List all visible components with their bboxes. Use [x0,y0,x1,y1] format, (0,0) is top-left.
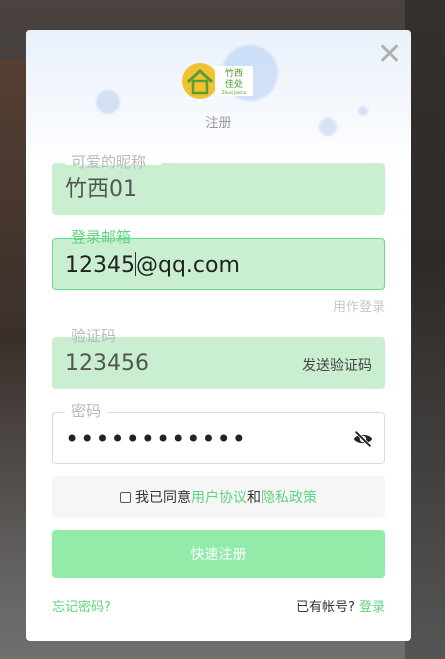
brand-logo: 竹西 佳处 Zhuxi Jiachu [182,63,253,99]
agreement-checkbox[interactable] [120,491,131,503]
agreement-prefix: 我已同意 [135,490,191,506]
nickname-value: 竹西01 [65,177,137,202]
have-account-text: 已有帐号? [295,600,355,615]
eye-off-icon[interactable] [352,428,374,450]
verification-code-field[interactable]: 验证码 123456 发送验证码 [52,327,385,389]
user-agreement-link[interactable]: 用户协议 [191,487,247,507]
background-right [405,0,445,659]
login-prompt: 已有帐号? 登录 [296,596,385,615]
email-value: 12345@qq.com [65,252,240,278]
email-label: 登录邮箱 [65,228,138,246]
agreement-and: 和 [247,490,261,506]
send-code-button[interactable]: 发送验证码 [302,355,372,375]
privacy-policy-link[interactable]: 隐私政策 [261,487,317,507]
login-link[interactable]: 登录 [359,600,385,615]
svg-text:竹西: 竹西 [225,67,243,79]
dialog-subtitle: 注册 [205,116,232,131]
decor-bubble [96,90,120,114]
email-field[interactable]: 登录邮箱 12345@qq.com [52,228,385,290]
password-value: •••••••••••• [65,425,247,453]
password-field[interactable]: 密码 •••••••••••• [52,402,385,464]
code-value: 123456 [65,351,149,376]
svg-text:Zhuxi Jiachu: Zhuxi Jiachu [222,90,247,95]
code-label: 验证码 [65,327,123,345]
close-button[interactable]: ✕ [377,40,402,70]
agreement-row: 我已同意 用户协议 和 隐私政策 [52,476,385,518]
nickname-field[interactable]: 可爱的昵称 竹西01 [52,153,385,215]
close-icon: ✕ [377,37,403,72]
forgot-password-link[interactable]: 忘记密码? [52,596,111,615]
svg-text:佳处: 佳处 [225,78,243,90]
nickname-label: 可爱的昵称 [65,153,153,171]
register-dialog: ✕ 竹西 佳处 Zhuxi Jiachu 注册 可爱的昵称 竹西01 登录邮箱 … [26,30,411,641]
email-hint: 用作登录 [332,300,385,315]
password-label: 密码 [65,402,108,420]
register-button[interactable]: 快速注册 [52,530,385,578]
